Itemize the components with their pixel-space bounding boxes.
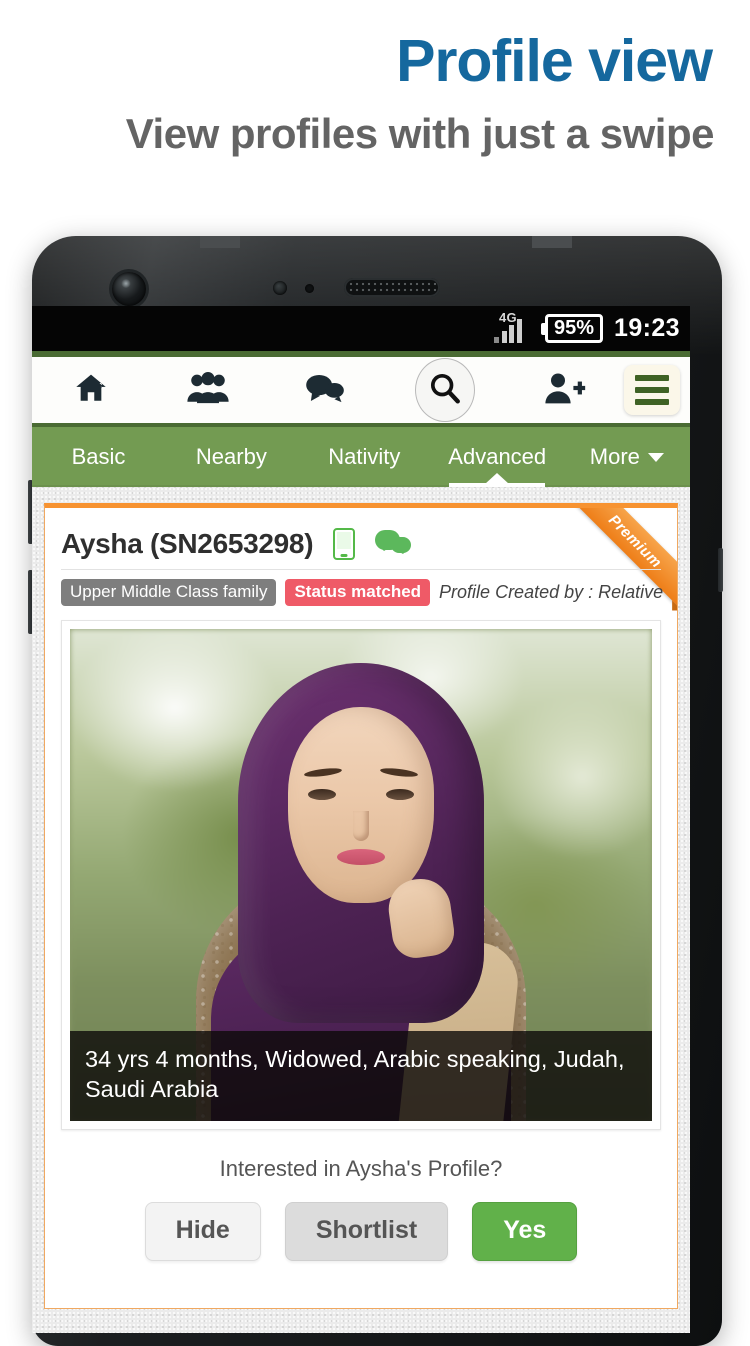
tab-label: More	[589, 444, 640, 469]
tab-label: Basic	[71, 444, 126, 469]
front-camera-icon	[112, 272, 146, 306]
phone-screen: 4G 95% 19:23 Basic Nearby Nativity Advan…	[32, 306, 690, 1333]
search-icon	[428, 371, 462, 410]
app-toolbar	[32, 357, 690, 427]
home-icon	[72, 371, 110, 410]
hide-button[interactable]: Hide	[144, 1202, 261, 1261]
chat-bubble-icon[interactable]	[375, 530, 412, 558]
family-status-badge: Upper Middle Class family	[61, 579, 277, 606]
light-sensor-icon	[305, 284, 314, 293]
page-title: Profile view	[396, 28, 713, 94]
proximity-sensor-icon	[273, 281, 287, 295]
profile-card-header: Aysha (SN2653298) Upper Middle Class fam…	[45, 508, 677, 606]
tab-nearby[interactable]: Nearby	[165, 427, 298, 487]
photo-nose	[353, 811, 369, 841]
chat-icon	[305, 372, 345, 409]
status-bar-right: 4G 95% 19:23	[492, 306, 680, 351]
toolbar-item-home[interactable]	[32, 357, 149, 423]
profile-meta-row: Upper Middle Class family Status matched…	[61, 579, 664, 606]
profile-card[interactable]: Premium Aysha (SN2653298) Upper Middle C…	[44, 503, 678, 1309]
hamburger-bar	[635, 387, 670, 393]
chevron-down-icon	[647, 452, 664, 462]
results-page-background: Premium Aysha (SN2653298) Upper Middle C…	[32, 487, 690, 1333]
tab-basic[interactable]: Basic	[32, 427, 165, 487]
antenna-band	[532, 236, 572, 248]
menu-button[interactable]	[624, 365, 681, 415]
photo-lips	[337, 849, 385, 865]
signal-indicator: 4G	[492, 310, 534, 348]
photo-eye	[308, 789, 336, 800]
tab-nativity[interactable]: Nativity	[298, 427, 431, 487]
earpiece-speaker	[344, 278, 440, 297]
tab-more[interactable]: More	[564, 427, 690, 487]
power-button[interactable]	[718, 548, 723, 592]
photo-face	[288, 707, 434, 903]
photo-eyebrow	[379, 766, 419, 779]
status-bar-clock: 19:23	[614, 314, 680, 342]
profile-action-row: Hide Shortlist Yes	[45, 1202, 677, 1261]
tab-label: Nearby	[195, 444, 267, 469]
shortlist-button[interactable]: Shortlist	[284, 1202, 449, 1261]
filter-tab-bar: Basic Nearby Nativity Advanced More	[32, 427, 690, 487]
profile-photo-frame[interactable]: 34 yrs 4 months, Widowed, Arabic speakin…	[61, 620, 661, 1130]
profile-name-row: Aysha (SN2653298)	[61, 528, 661, 570]
photo-eye	[386, 789, 414, 800]
interested-question: Interested in Aysha's Profile?	[219, 1156, 503, 1181]
hamburger-bar	[635, 375, 670, 381]
interested-section: Interested in Aysha's Profile? Hide Shor…	[45, 1130, 677, 1261]
hamburger-bar	[635, 399, 670, 405]
battery-icon: 95%	[545, 314, 604, 343]
photo-eyebrow	[303, 766, 343, 779]
profile-name: Aysha (SN2653298)	[61, 528, 314, 559]
people-icon	[186, 371, 230, 410]
tab-label: Advanced	[448, 444, 547, 469]
status-bar: 4G 95% 19:23	[32, 306, 690, 351]
toolbar-item-search[interactable]	[384, 357, 507, 423]
speaker-grille	[348, 281, 436, 294]
status-matched-badge: Status matched	[285, 579, 431, 606]
toolbar-item-add-person[interactable]	[507, 357, 624, 423]
signal-bars-icon	[494, 318, 522, 343]
toolbar-item-matches[interactable]	[149, 357, 266, 423]
profile-photo-caption: 34 yrs 4 months, Widowed, Arabic speakin…	[70, 1030, 652, 1121]
add-person-icon	[544, 371, 586, 410]
search-active-ring[interactable]	[415, 358, 476, 422]
mobile-phone-icon[interactable]	[333, 528, 356, 560]
antenna-band	[200, 236, 240, 248]
profile-photo[interactable]: 34 yrs 4 months, Widowed, Arabic speakin…	[70, 629, 652, 1121]
tab-advanced[interactable]: Advanced	[431, 427, 564, 487]
tab-label: Nativity	[328, 444, 401, 469]
profile-created-by: Profile Created by : Relative	[439, 582, 664, 602]
page-subtitle: View profiles with just a swipe	[125, 110, 715, 157]
yes-button[interactable]: Yes	[472, 1202, 578, 1261]
toolbar-item-chat[interactable]	[266, 357, 383, 423]
